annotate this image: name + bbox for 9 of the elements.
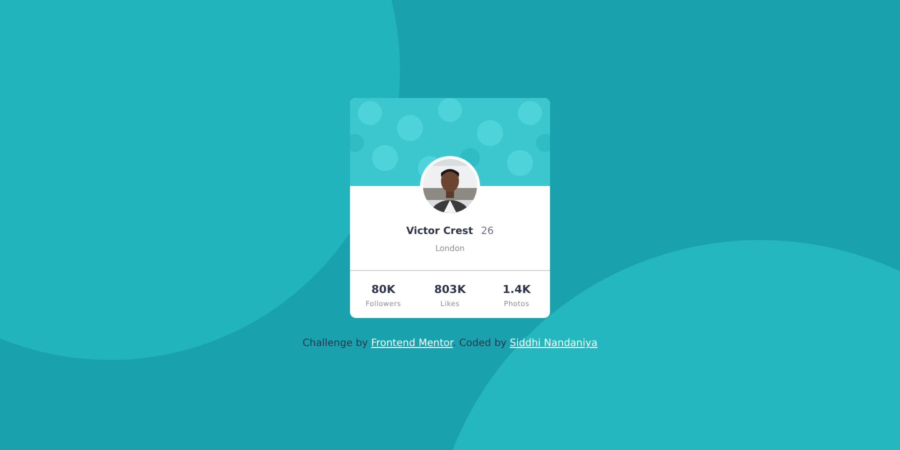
attribution-link[interactable]: Frontend Mentor xyxy=(371,338,453,349)
attribution-link[interactable]: Siddhi Nandaniya xyxy=(510,338,598,349)
stat-value: 80K xyxy=(371,283,396,296)
attribution-text: Challenge by Frontend Mentor. Coded by Siddhi Nandaniya xyxy=(302,338,598,349)
profile-city: London xyxy=(435,244,465,253)
profile-name: Victor Crest xyxy=(406,226,474,237)
profile-age: 26 xyxy=(481,226,494,237)
stat-value: 1.4K xyxy=(502,283,531,296)
stat-value: 803K xyxy=(434,283,466,296)
